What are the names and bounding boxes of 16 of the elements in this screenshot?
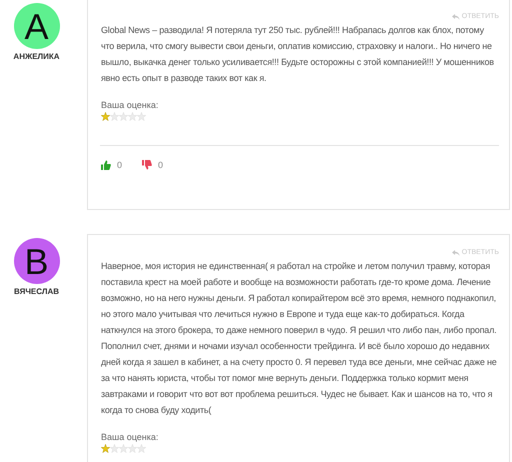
- reply-icon: [452, 250, 460, 256]
- reply-icon: [452, 14, 460, 20]
- avatar: B: [14, 238, 60, 284]
- star-icon[interactable]: [101, 444, 110, 453]
- comment-text: Global News – разводила! Я потеряла тут 250 тыс. рублей!!! Набрапась долгов как блох, потому что верила, что смогу вывести свои деньги, оплатив комиссию, страховку и налоги.. Но ничего не вышло, выкачка денег только усиливается!!! Будьте осторожны с этой компанией!!! У мошенников явно есть опыт в разводе таких вот как я.: [101, 24, 495, 85]
- thumbs-up-icon[interactable]: [101, 160, 111, 170]
- author-name: АНЖЕЛИКА: [13, 52, 60, 61]
- author-name: ВЯЧЕСЛАВ: [14, 287, 60, 296]
- rating-label: Ваша оценка:: [101, 432, 160, 442]
- thumbs-down-icon[interactable]: [142, 160, 152, 170]
- comment-text: Наверное, моя история не единственная( я работал на стройке и летом получил травму, которая поставила крест на моей работе и вообще на возможности работать где-то кроме дома. Лечение возможно, но на него нужны деньги. Я работал копирайтером всё это время, немного поднакопил, но этого мало учитывая что лечиться нужно в Европе и туда еще как-то добираться. Когда наткнулся на этого брокера, то даже немного поверил в чудо. Я решил что либо пан, либо пропал. Пополнил счет, днями и ночами изучал особенности трейдинга. И всё было хорошо до недавних дней когда я зашел в кабинет, а на счету просто 0. Я перевел туда все деньги, мне сейчас даже не за что нанять юриста, чтобы тот помог мне вернуть деньги. Поддержка только кормит меня завтраками и говорит что вот вот проблема решиться. Чудес не бывает. Как и шансов на то, что я когда то снова буду ходить(: [101, 260, 497, 417]
- dislike-count: 0: [158, 160, 164, 170]
- rating-label: Ваша оценка:: [101, 100, 160, 110]
- avatar: A: [14, 3, 60, 49]
- like-count: 0: [117, 160, 122, 170]
- star-icon[interactable]: [101, 112, 110, 121]
